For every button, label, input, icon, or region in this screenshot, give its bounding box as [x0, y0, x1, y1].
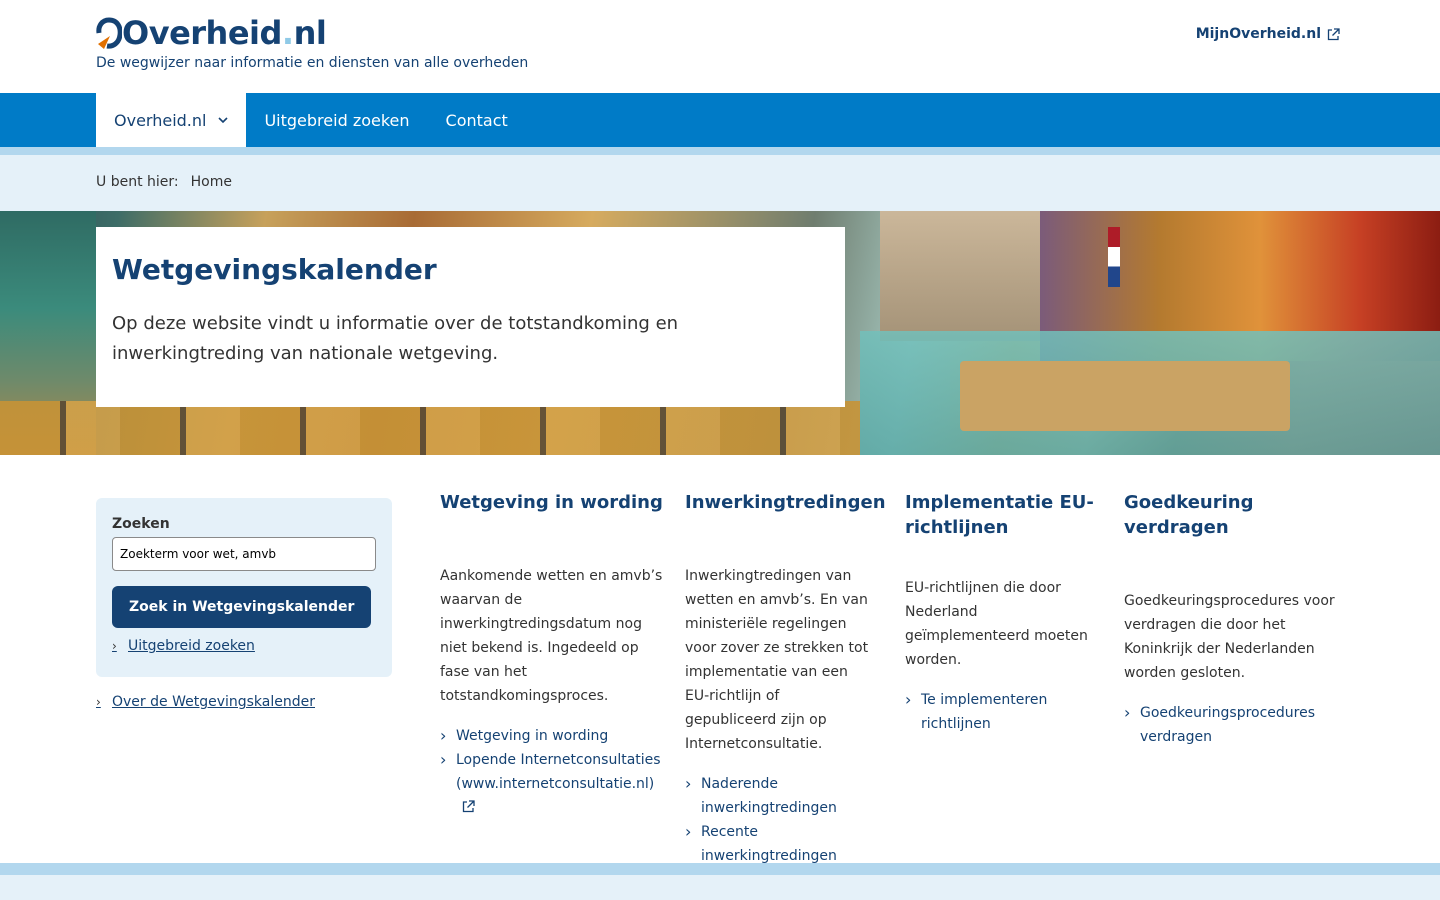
site-footer [0, 875, 1440, 900]
link-internetconsultaties[interactable]: Lopende Internetconsultaties (www.intern… [440, 748, 672, 820]
column-links: Wetgeving in wording Lopende Internetcon… [440, 724, 672, 820]
link-goedkeuringsprocedures-verdragen[interactable]: Goedkeuringsprocedures verdragen [1124, 701, 1340, 749]
main-navigation: Overheid.nl Uitgebreid zoeken Contact [0, 93, 1440, 147]
column-title[interactable]: Implementatie EU-richtlijnen [905, 490, 1103, 540]
breadcrumb: U bent hier: Home [96, 174, 232, 190]
link-recente-inwerkingtredingen[interactable]: Recente inwerkingtredingen [685, 820, 875, 868]
column-text: EU-richtlijnen die door Nederland geïmpl… [905, 580, 1088, 668]
site-header: Overheid.nl De wegwijzer naar informatie… [0, 0, 1440, 93]
breadcrumb-home[interactable]: Home [191, 174, 232, 190]
hero-image-panel [880, 211, 1040, 341]
column-goedkeuring-verdragen: Goedkeuring verdragen Goedkeuringsproced… [1124, 490, 1340, 749]
column-title[interactable]: Wetgeving in wording [440, 490, 672, 515]
column-title[interactable]: Goedkeuring verdragen [1124, 490, 1340, 540]
link-naderende-inwerkingtredingen[interactable]: Naderende inwerkingtredingen [685, 772, 875, 820]
footer-divider [0, 863, 1440, 875]
external-link-icon [462, 800, 475, 813]
column-implementatie-eu-richtlijnen: Implementatie EU-richtlijnen EU-richtlij… [905, 490, 1103, 736]
chevron-down-icon [218, 117, 229, 124]
column-title[interactable]: Inwerkingtredingen [685, 490, 886, 515]
chevron-right-icon: › [112, 639, 117, 653]
search-input[interactable] [112, 537, 376, 571]
hero-banner: Wetgevingskalender Op deze website vindt… [0, 211, 1440, 455]
overheid-logo[interactable]: Overheid.nl [96, 10, 327, 52]
hero-image-seats [0, 401, 860, 455]
page-title: Wetgevingskalender [112, 253, 437, 286]
column-text: Aankomende wetten en amvb’s waarvan de i… [440, 568, 663, 704]
breadcrumb-bar: U bent hier: Home [0, 155, 1440, 211]
chevron-right-icon: › [96, 695, 101, 709]
about-link[interactable]: › Over de Wetgevingskalender [96, 694, 315, 710]
logo-mark-icon [96, 17, 122, 49]
logo-text: Overheid.nl [122, 14, 327, 52]
external-link-icon [1327, 27, 1340, 40]
nav-item-overheid[interactable]: Overheid.nl [96, 93, 247, 147]
advanced-search-link[interactable]: › Uitgebreid zoeken [112, 638, 376, 654]
column-wetgeving-in-wording: Wetgeving in wording Aankomende wetten e… [440, 490, 672, 820]
link-wetgeving-in-wording[interactable]: Wetgeving in wording [440, 724, 672, 748]
nav-item-label: Overheid.nl [114, 110, 207, 130]
advanced-search-label: Uitgebreid zoeken [128, 638, 255, 654]
column-text: Goedkeuringsprocedures voor verdragen di… [1124, 593, 1335, 681]
hero-card: Wetgevingskalender Op deze website vindt… [96, 227, 845, 407]
breadcrumb-prefix: U bent hier: [96, 174, 179, 190]
nav-item-contact[interactable]: Contact [428, 93, 526, 147]
site-tagline: De wegwijzer naar informatie en diensten… [96, 55, 529, 71]
column-text: Inwerkingtredingen van wetten en amvb’s.… [685, 568, 869, 752]
link-internetconsultaties-label: Lopende Internetconsultaties (www.intern… [456, 752, 661, 792]
search-label: Zoeken [112, 516, 170, 532]
search-panel: Zoeken Zoek in Wetgevingskalender › Uitg… [96, 498, 392, 677]
hero-image-desk [960, 361, 1290, 431]
link-te-implementeren-richtlijnen[interactable]: Te implementeren richtlijnen [905, 688, 1055, 736]
column-inwerkingtredingen: Inwerkingtredingen Inwerkingtredingen va… [685, 490, 886, 868]
nav-divider [0, 147, 1440, 155]
column-links: Naderende inwerkingtredingen Recente inw… [685, 772, 875, 868]
mijnoverheid-label: MijnOverheid.nl [1195, 26, 1321, 42]
about-link-label: Over de Wetgevingskalender [112, 694, 315, 710]
hero-intro: Op deze website vindt u informatie over … [112, 313, 679, 364]
mijnoverheid-link[interactable]: MijnOverheid.nl [1196, 26, 1340, 42]
dutch-flag-image [1108, 227, 1120, 287]
search-button[interactable]: Zoek in Wetgevingskalender [112, 586, 372, 628]
column-links: Te implementeren richtlijnen [905, 688, 1103, 736]
column-links: Goedkeuringsprocedures verdragen [1124, 701, 1340, 749]
nav-item-uitgebreid-zoeken[interactable]: Uitgebreid zoeken [246, 93, 427, 147]
